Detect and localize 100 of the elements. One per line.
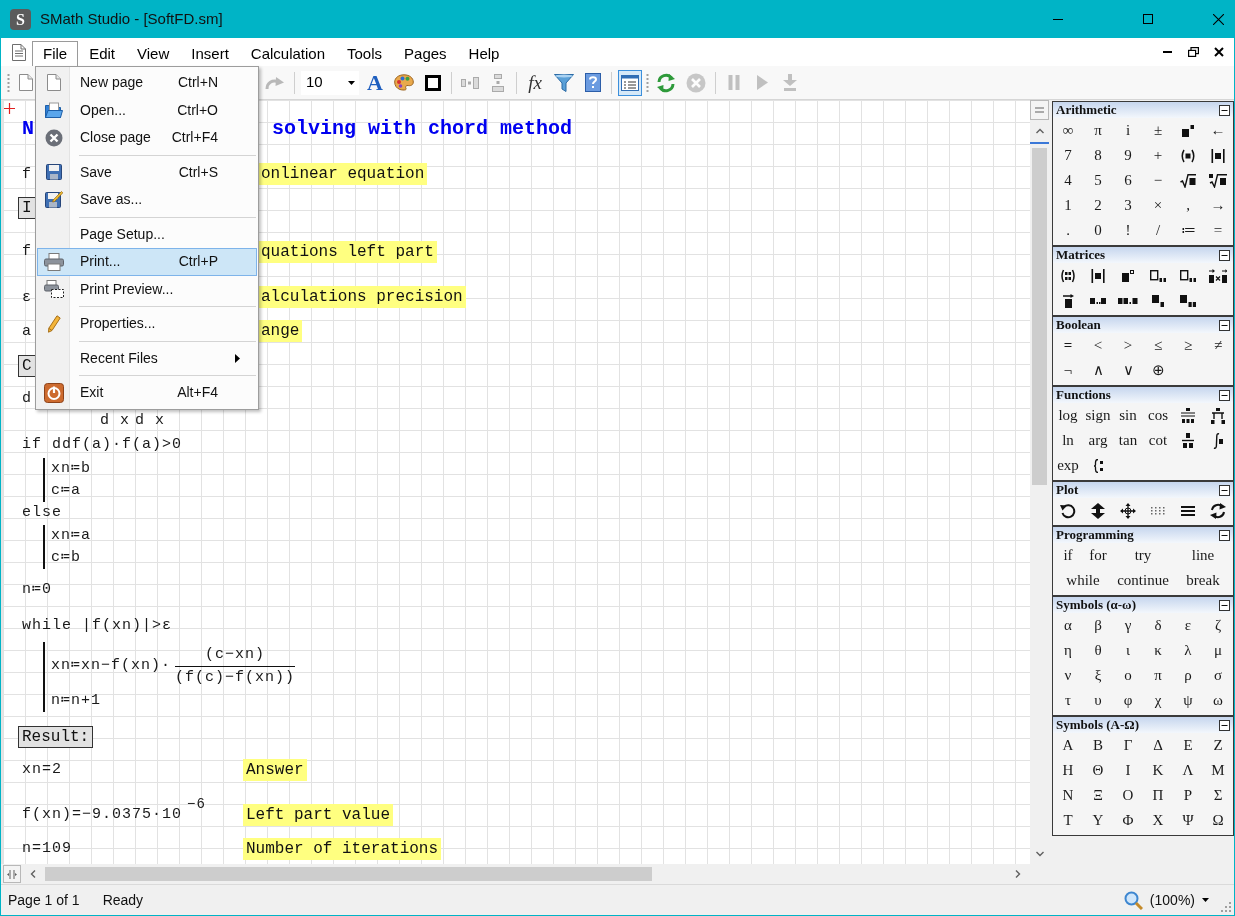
menu-item[interactable]: Tools: [336, 41, 394, 66]
palette-button[interactable]: α: [1053, 613, 1083, 638]
palette-button[interactable]: !: [1113, 218, 1143, 243]
palette-button[interactable]: Ι: [1113, 758, 1143, 783]
toolbar-button[interactable]: fx: [523, 69, 547, 96]
palette-button[interactable]: Κ: [1143, 758, 1173, 783]
scroll-thumb[interactable]: [1032, 148, 1047, 485]
palette-button[interactable]: ≔: [1173, 218, 1203, 243]
palette-button[interactable]: ≤: [1143, 333, 1173, 358]
menu-item[interactable]: Print... Ctrl+P: [37, 248, 257, 276]
collapse-icon[interactable]: [1219, 389, 1230, 401]
palette-button[interactable]: cos: [1143, 403, 1173, 428]
menu-item[interactable]: Exit Alt+F4: [37, 379, 257, 407]
palette-button[interactable]: ζ: [1203, 613, 1233, 638]
menu-item[interactable]: Save Ctrl+S: [37, 158, 257, 186]
menu-item[interactable]: New page Ctrl+N: [37, 69, 257, 97]
palette-button[interactable]: continue: [1113, 568, 1173, 593]
palette-button[interactable]: ι: [1113, 638, 1143, 663]
palette-button[interactable]: =: [1053, 333, 1083, 358]
palette-button[interactable]: 3: [1113, 193, 1143, 218]
menu-item[interactable]: Print Preview...: [37, 275, 257, 303]
palette-button[interactable]: 9: [1113, 143, 1143, 168]
palette-button[interactable]: ¬: [1053, 358, 1083, 383]
palette-button[interactable]: Ω: [1203, 808, 1233, 833]
palette-button[interactable]: ×: [1143, 193, 1173, 218]
menu-item[interactable]: Page Setup...: [37, 220, 257, 248]
palette-button[interactable]: .: [1053, 218, 1083, 243]
palette-button[interactable]: Θ: [1083, 758, 1113, 783]
collapse-icon[interactable]: [1219, 529, 1230, 541]
palette-button[interactable]: Λ: [1173, 758, 1203, 783]
palette-button[interactable]: i: [1113, 118, 1143, 143]
palette-button[interactable]: ξ: [1083, 663, 1113, 688]
palette-button[interactable]: Ε: [1173, 733, 1203, 758]
palette-button[interactable]: Ρ: [1173, 783, 1203, 808]
palette-button[interactable]: −: [1143, 168, 1173, 193]
palette-button[interactable]: ∨: [1113, 358, 1143, 383]
palette-button[interactable]: while: [1053, 568, 1113, 593]
palette-button[interactable]: Γ: [1113, 733, 1143, 758]
palette-button[interactable]: 4: [1053, 168, 1083, 193]
palette-button[interactable]: β: [1083, 613, 1113, 638]
palette-button[interactable]: ⊕: [1143, 358, 1173, 383]
palette-button[interactable]: 2: [1083, 193, 1113, 218]
palette-button[interactable]: Χ: [1143, 808, 1173, 833]
palette-button[interactable]: break: [1173, 568, 1233, 593]
palette-button[interactable]: λ: [1173, 638, 1203, 663]
palette-button[interactable]: Τ: [1053, 808, 1083, 833]
palette-button[interactable]: π: [1083, 118, 1113, 143]
palette-button[interactable]: ln: [1053, 428, 1083, 453]
palette-button[interactable]: ←: [1203, 118, 1233, 143]
palette-button[interactable]: ο: [1113, 663, 1143, 688]
palette-button[interactable]: Δ: [1143, 733, 1173, 758]
palette-button[interactable]: ε: [1173, 613, 1203, 638]
palette-button[interactable]: ≥: [1173, 333, 1203, 358]
menu-item[interactable]: Calculation: [239, 41, 336, 66]
collapse-icon[interactable]: [1219, 599, 1230, 611]
collapse-icon[interactable]: [1219, 719, 1230, 731]
palette-button[interactable]: ψ: [1173, 688, 1203, 713]
menu-item[interactable]: Edit: [78, 41, 127, 66]
palette-button[interactable]: >: [1113, 333, 1143, 358]
zoom-dropdown[interactable]: (100%): [1123, 889, 1209, 911]
menu-item[interactable]: Pages: [393, 41, 458, 66]
palette-button[interactable]: sign: [1083, 403, 1113, 428]
palette-button[interactable]: 5: [1083, 168, 1113, 193]
palette-button[interactable]: Α: [1053, 733, 1083, 758]
menu-item[interactable]: Open... Ctrl+O: [37, 96, 257, 124]
palette-button[interactable]: η: [1053, 638, 1083, 663]
menu-item[interactable]: Recent Files: [37, 344, 257, 372]
palette-button[interactable]: δ: [1143, 613, 1173, 638]
palette-button[interactable]: ±: [1143, 118, 1173, 143]
palette-button[interactable]: υ: [1083, 688, 1113, 713]
collapse-icon[interactable]: [1219, 249, 1230, 261]
palette-button[interactable]: log: [1053, 403, 1083, 428]
palette-button[interactable]: γ: [1113, 613, 1143, 638]
menu-item[interactable]: View: [126, 41, 181, 66]
palette-button[interactable]: arg: [1083, 428, 1113, 453]
menu-item[interactable]: File: [32, 41, 79, 66]
palette-button[interactable]: Ξ: [1083, 783, 1113, 808]
palette-button[interactable]: ρ: [1173, 663, 1203, 688]
palette-button[interactable]: Ζ: [1203, 733, 1233, 758]
palette-button[interactable]: cot: [1143, 428, 1173, 453]
palette-button[interactable]: line: [1173, 543, 1233, 568]
palette-button[interactable]: →: [1203, 193, 1233, 218]
palette-button[interactable]: 1: [1053, 193, 1083, 218]
splitter-handle[interactable]: [3, 865, 21, 883]
palette-button[interactable]: if: [1053, 543, 1083, 568]
collapse-icon[interactable]: [1219, 484, 1230, 496]
palette-button[interactable]: tan: [1113, 428, 1143, 453]
palette-button[interactable]: 7: [1053, 143, 1083, 168]
palette-button[interactable]: Φ: [1113, 808, 1143, 833]
palette-button[interactable]: ν: [1053, 663, 1083, 688]
palette-button[interactable]: ∧: [1083, 358, 1113, 383]
palette-button[interactable]: χ: [1143, 688, 1173, 713]
palette-button[interactable]: exp: [1053, 453, 1083, 478]
palette-button[interactable]: Η: [1053, 758, 1083, 783]
palette-button[interactable]: +: [1143, 143, 1173, 168]
menu-item[interactable]: Save as...: [37, 186, 257, 214]
palette-button[interactable]: θ: [1083, 638, 1113, 663]
palette-button[interactable]: Σ: [1203, 783, 1233, 808]
splitter-handle[interactable]: [1030, 100, 1049, 120]
palette-button[interactable]: κ: [1143, 638, 1173, 663]
